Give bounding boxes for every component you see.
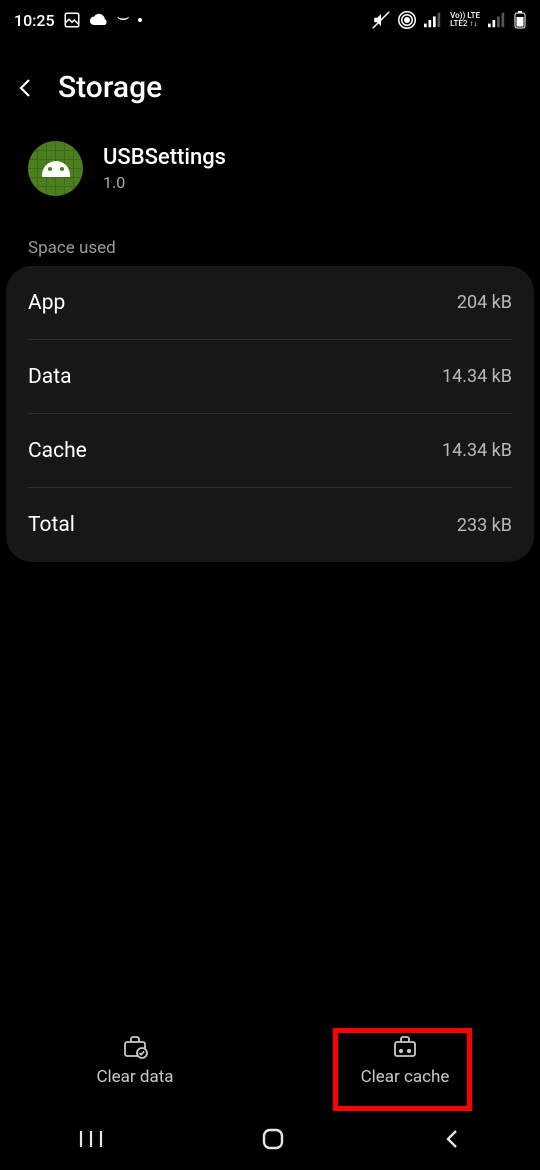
battery-icon (514, 11, 526, 29)
back-icon[interactable] (14, 76, 38, 100)
row-label: Total (28, 513, 75, 537)
row-value: 233 kB (457, 515, 512, 536)
row-value: 14.34 kB (442, 366, 512, 387)
app-info: USBSettings 1.0 (0, 135, 540, 226)
row-label: App (28, 291, 65, 315)
row-value: 14.34 kB (442, 440, 512, 461)
storage-card: App 204 kB Data 14.34 kB Cache 14.34 kB … (6, 266, 534, 562)
recents-icon[interactable] (78, 1129, 104, 1149)
clear-data-button[interactable]: Clear data (0, 1012, 270, 1108)
app-version: 1.0 (103, 173, 226, 192)
lte-label: Vo)) LTELTE2 ↑↓ (450, 12, 480, 28)
mute-icon (372, 11, 390, 29)
section-space-used: Space used (0, 226, 540, 266)
row-app: App 204 kB (28, 266, 512, 340)
system-navbar (0, 1108, 540, 1170)
nav-back-icon[interactable] (442, 1128, 462, 1150)
clear-data-icon (121, 1033, 149, 1059)
signal2-icon (488, 12, 506, 28)
hotspot-icon (398, 11, 416, 29)
cloud-icon (89, 13, 109, 27)
row-data: Data 14.34 kB (28, 340, 512, 414)
more-dot-icon (138, 18, 142, 22)
clock: 10:25 (14, 11, 55, 30)
image-icon (63, 11, 81, 29)
row-label: Data (28, 365, 72, 389)
app-icon (28, 141, 83, 196)
row-label: Cache (28, 439, 87, 463)
clear-data-label: Clear data (96, 1067, 173, 1087)
home-icon[interactable] (260, 1126, 286, 1152)
highlight-box (333, 1028, 472, 1111)
row-cache: Cache 14.34 kB (28, 414, 512, 488)
app-name: USBSettings (103, 145, 226, 170)
row-total: Total 233 kB (28, 488, 512, 562)
page-header: Storage (0, 40, 540, 135)
row-value: 204 kB (457, 292, 512, 313)
status-bar: 10:25 ⌣ Vo)) LTELTE2 ↑↓ (0, 0, 540, 40)
page-title: Storage (58, 70, 162, 105)
signal-icon (424, 12, 442, 28)
